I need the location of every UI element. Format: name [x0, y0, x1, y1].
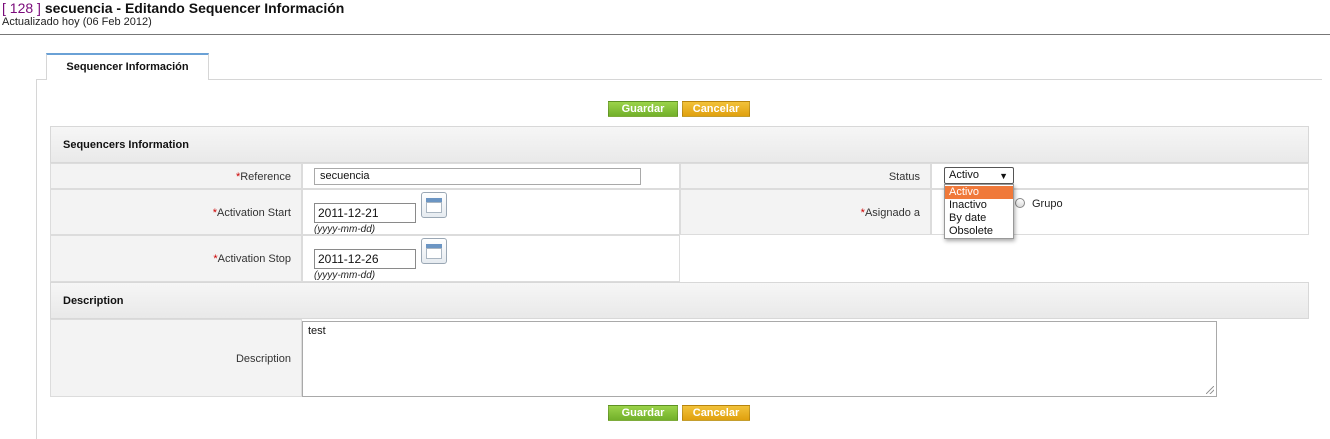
description-textarea[interactable]: test — [302, 321, 1217, 397]
assigned-to-label-text: Asignado a — [864, 207, 920, 219]
reference-label-text: Reference — [240, 171, 291, 183]
description-text: test — [308, 325, 326, 337]
last-updated-text: Actualizado hoy (06 Feb 2012) — [2, 16, 152, 28]
date-format-hint: (yyyy-mm-dd) — [314, 270, 376, 281]
status-selected-value: Activo — [949, 169, 979, 181]
header-divider — [0, 34, 1330, 35]
activation-stop-label-text: Activation Stop — [217, 253, 291, 265]
cancel-button-bottom[interactable]: Cancelar — [682, 405, 750, 421]
status-option-by-date[interactable]: By date — [945, 212, 1013, 225]
page-title-text: secuencia - Editando Sequencer Informaci… — [44, 0, 345, 16]
status-dropdown-list: Activo Inactivo By date Obsolete — [944, 184, 1014, 239]
calendar-icon[interactable] — [421, 238, 447, 264]
activation-start-input[interactable]: 2011-12-21 — [314, 203, 416, 223]
status-option-activo[interactable]: Activo — [945, 186, 1013, 199]
status-option-obsolete[interactable]: Obsolete — [945, 225, 1013, 238]
activation-stop-input[interactable]: 2011-12-26 — [314, 249, 416, 269]
status-select[interactable]: Activo ▼ — [944, 167, 1014, 184]
status-label: Status — [680, 163, 931, 189]
activation-start-label-text: Activation Start — [217, 207, 291, 219]
save-button-bottom[interactable]: Guardar — [608, 405, 678, 421]
reference-input[interactable]: secuencia — [314, 168, 641, 185]
activation-start-label: *Activation Start — [50, 189, 302, 235]
tab-sequencer-informacion[interactable]: Sequencer Información — [46, 53, 209, 80]
activation-stop-label: *Activation Stop — [50, 235, 302, 282]
save-button-top[interactable]: Guardar — [608, 101, 678, 117]
resize-grip-icon[interactable] — [1206, 386, 1214, 394]
calendar-icon[interactable] — [421, 192, 447, 218]
status-option-inactivo[interactable]: Inactivo — [945, 199, 1013, 212]
radio-icon[interactable] — [1015, 198, 1025, 208]
page-title: [ 128 ] secuencia - Editando Sequencer I… — [2, 0, 344, 16]
record-id: [ 128 ] — [2, 0, 41, 16]
reference-cell: secuencia — [302, 163, 680, 189]
description-label: Description — [50, 319, 302, 397]
section-description: Description — [50, 282, 1309, 319]
assigned-to-label: *Asignado a — [680, 189, 931, 235]
activation-start-cell: 2011-12-21 (yyyy-mm-dd) — [302, 189, 680, 235]
cancel-button-top[interactable]: Cancelar — [682, 101, 750, 117]
grupo-radio-label: Grupo — [1032, 198, 1063, 210]
date-format-hint: (yyyy-mm-dd) — [314, 224, 376, 235]
section-sequencers-information: Sequencers Information — [50, 126, 1309, 163]
activation-stop-cell: 2011-12-26 (yyyy-mm-dd) — [302, 235, 680, 282]
reference-label: *Reference — [50, 163, 302, 189]
dropdown-arrow-icon: ▼ — [999, 171, 1008, 181]
